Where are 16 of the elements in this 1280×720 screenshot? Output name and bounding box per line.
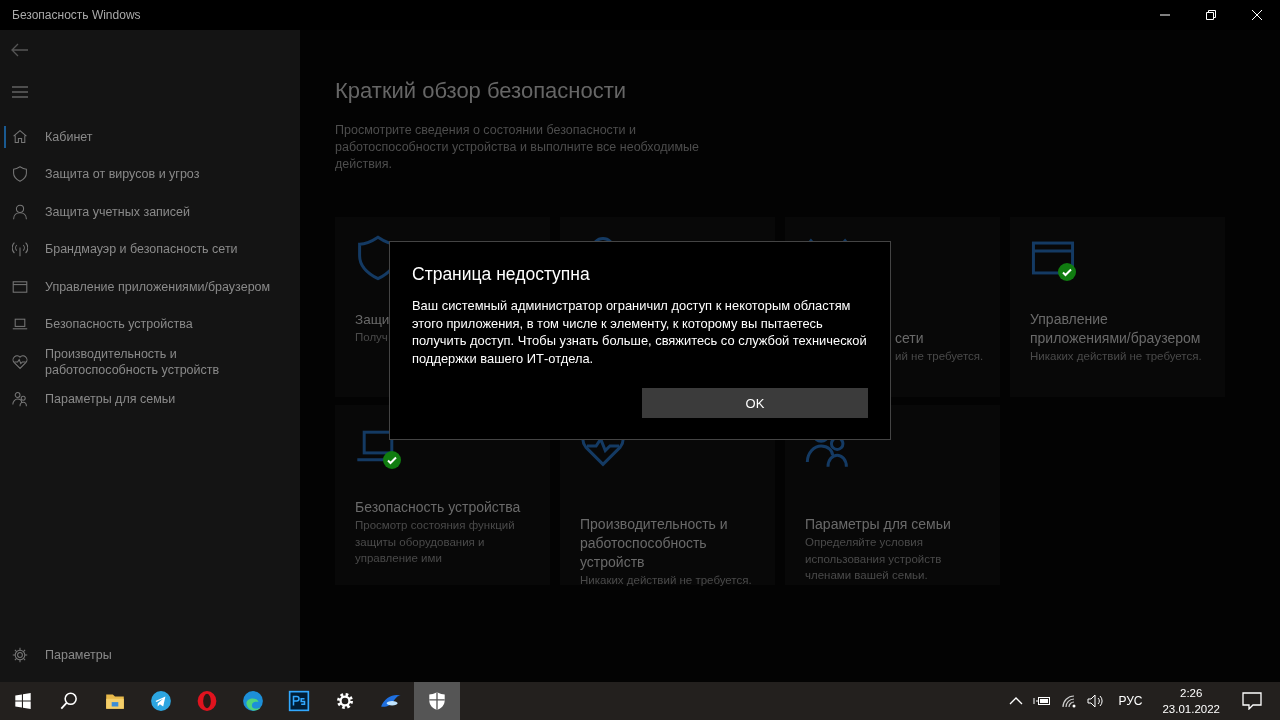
- card-description: ий не требуется.: [895, 349, 984, 364]
- card-title: Параметры для семьи: [805, 515, 952, 534]
- card-title: Производительность и работоспособность устройств: [580, 515, 729, 572]
- card-description: Никаких действий не требуется.: [580, 573, 753, 588]
- card-description: Определяйте условия использования устройств членами вашей семьи.: [805, 535, 943, 583]
- dialog-title: Страница недоступна: [412, 264, 591, 285]
- window-title: Безопасность Windows: [12, 8, 141, 22]
- card-description: Просмотр состояния функций защиты оборудования и управление ими: [355, 518, 516, 566]
- page-title: Краткий обзор безопасности: [335, 78, 628, 104]
- card-description: Никаких действий не требуется.: [1030, 349, 1203, 364]
- card-description: Получ: [355, 330, 388, 345]
- page-description: Просмотрите сведения о состоянии безопасности и работоспособности устройства и выполните все необходимые действия.: [335, 122, 700, 173]
- card-title: сети: [895, 329, 924, 348]
- card-title: Управление приложениями/браузером: [1030, 310, 1202, 348]
- card-title: Защи: [355, 311, 390, 329]
- card-title: Безопасность устройства: [355, 498, 522, 517]
